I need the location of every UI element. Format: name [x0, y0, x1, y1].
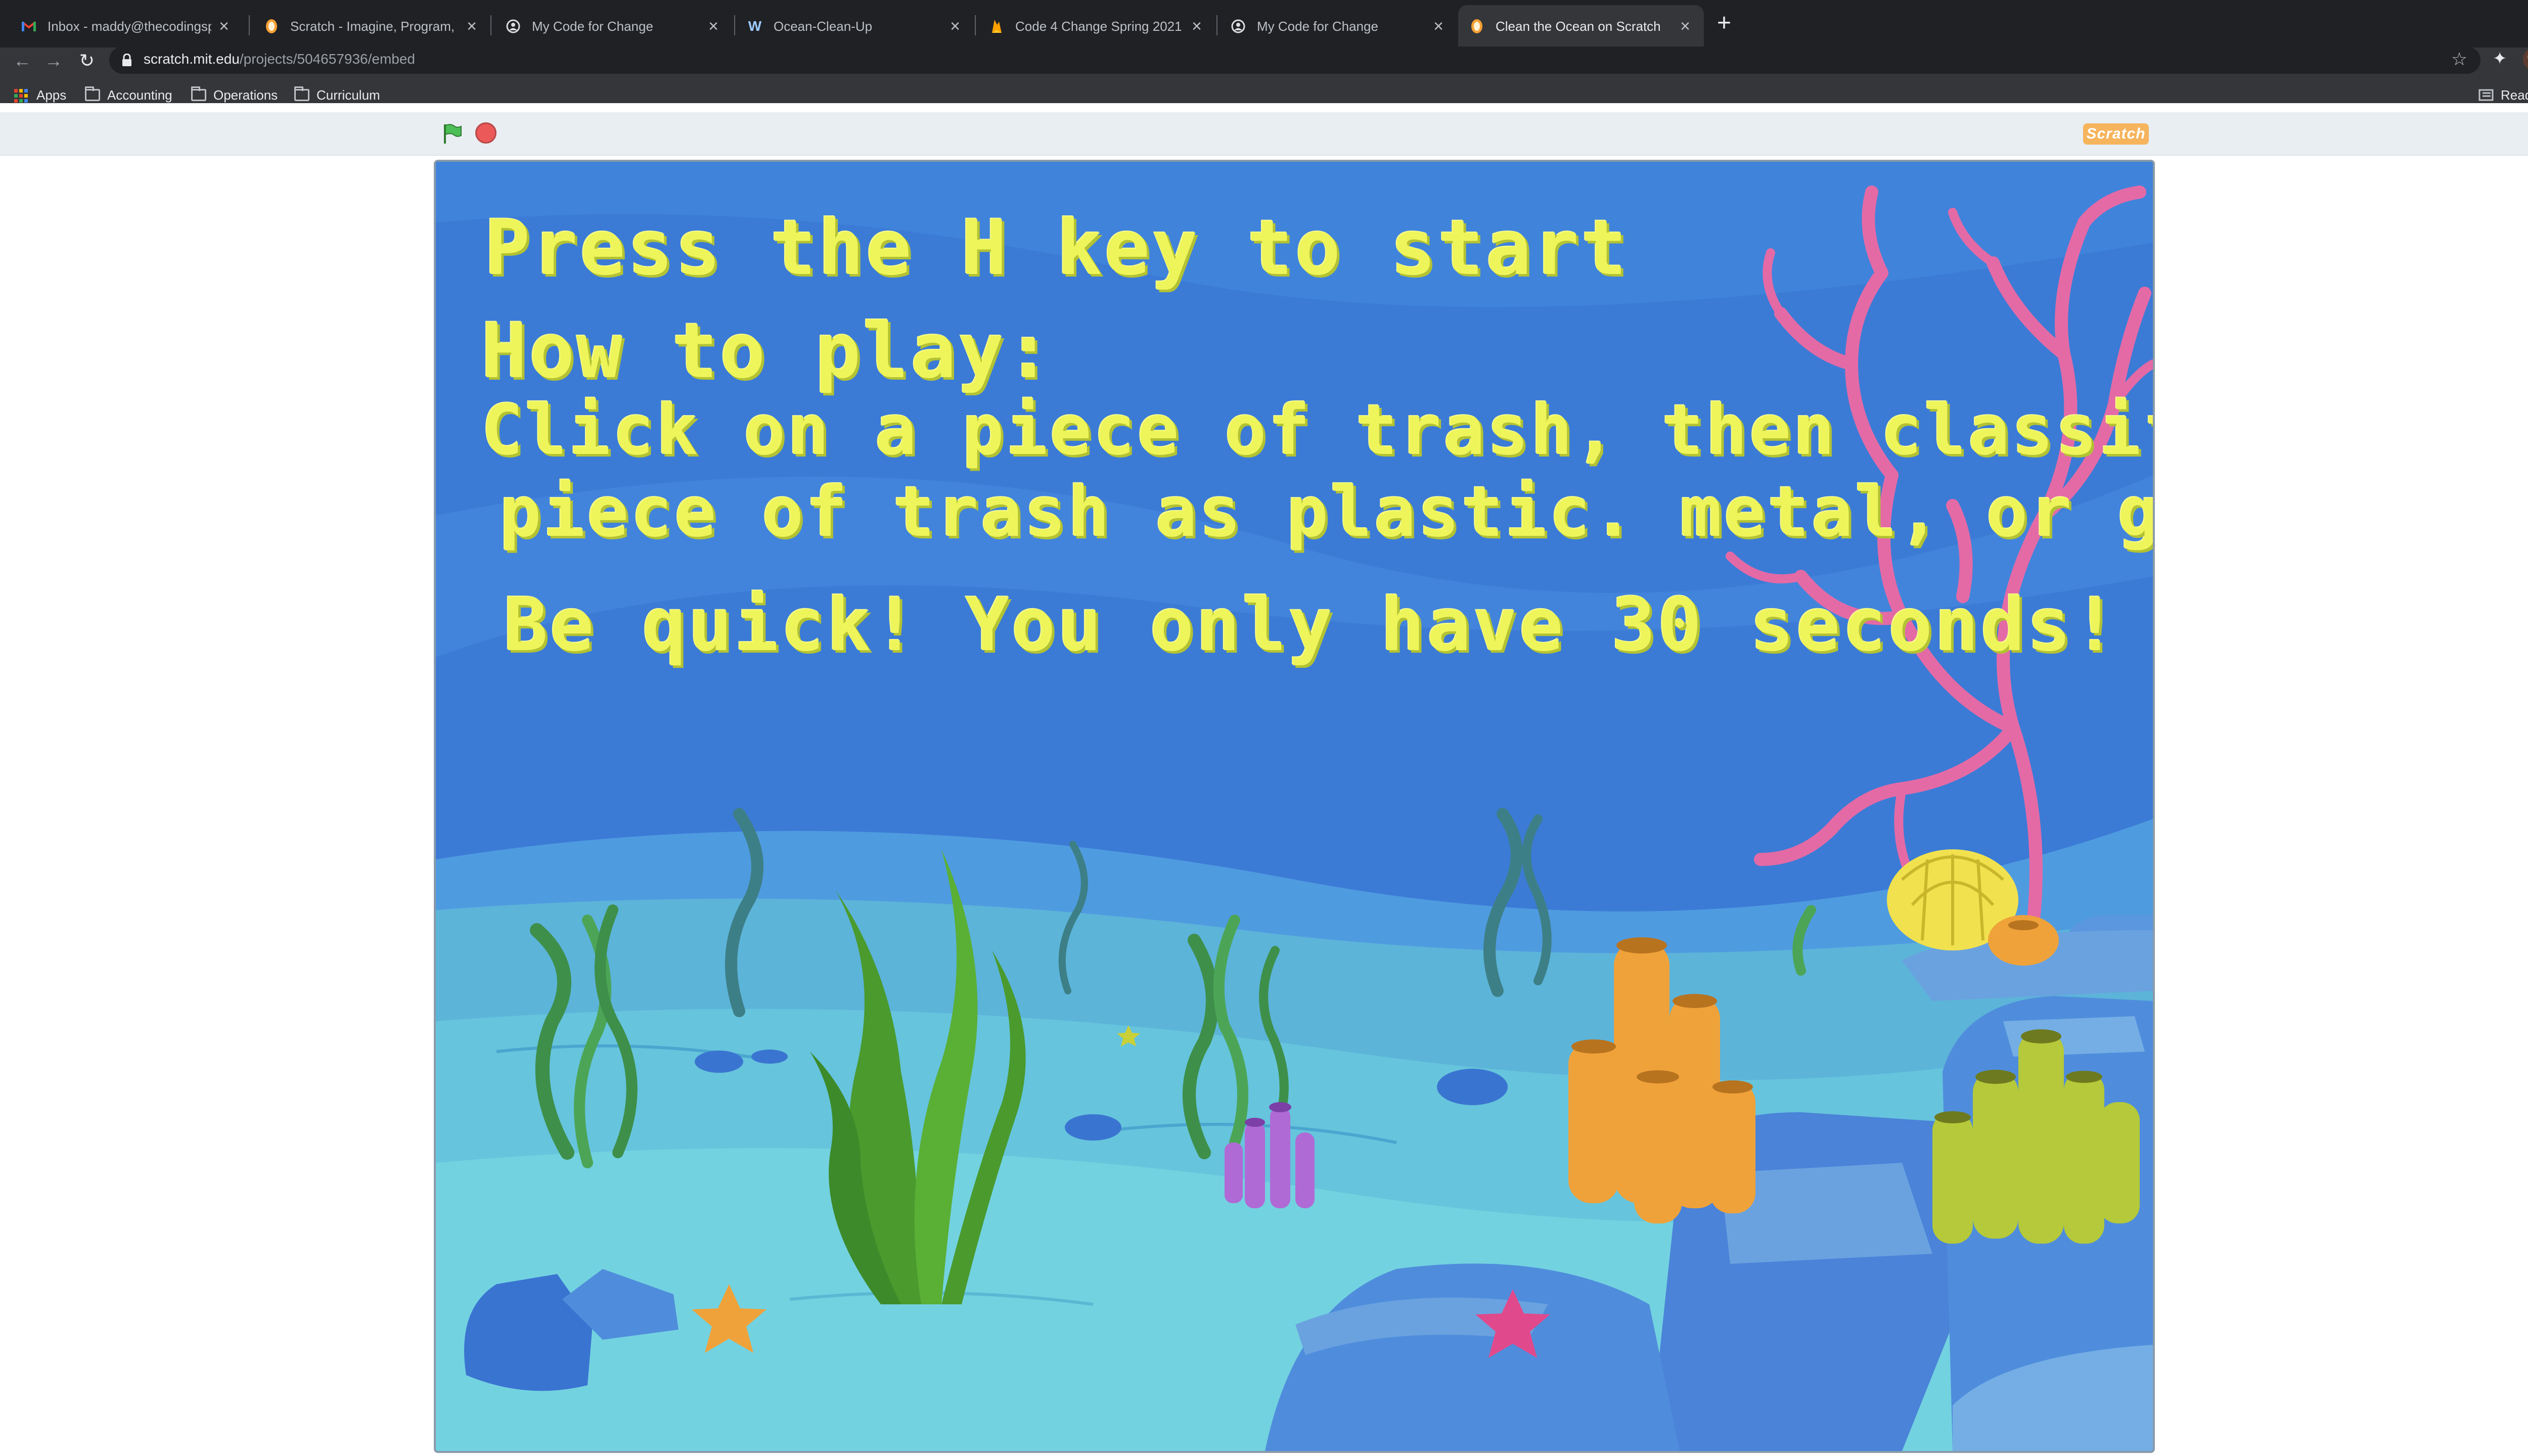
url-text[interactable]: scratch.mit.edu/projects/504657936/embed	[144, 51, 415, 67]
scratch-logo[interactable]: Scratch	[2083, 123, 2149, 145]
bookmark-star-icon[interactable]: ☆	[2451, 49, 2467, 70]
forward-arrow-icon[interactable]: →	[42, 50, 65, 72]
reading-list-label: Reading List	[2501, 87, 2528, 103]
stop-button[interactable]	[475, 122, 496, 144]
firebase-icon	[989, 19, 1004, 34]
scratch-icon	[264, 19, 279, 34]
folder-icon	[85, 86, 100, 101]
bookmark-accounting[interactable]: Accounting	[85, 86, 172, 104]
bookmark-label: Accounting	[107, 87, 172, 103]
tab-divider	[734, 15, 735, 35]
tab-title: Ocean-Clean-Up	[774, 18, 873, 34]
apps-grid-icon	[14, 89, 29, 103]
url-path: /projects/504657936/embed	[239, 51, 416, 67]
stage-text-time-limit: Be quick! You only have 30 seconds!	[504, 582, 2119, 668]
tab-title: Clean the Ocean on Scratch	[1496, 18, 1661, 34]
reading-list-button[interactable]: Reading List	[2478, 86, 2528, 104]
tab-divider	[975, 15, 976, 35]
bookmark-label: Operations	[213, 87, 278, 103]
bookmark-label: Curriculum	[317, 87, 380, 103]
close-tab-icon[interactable]: ×	[216, 17, 232, 36]
tab-title: My Code for Change	[1257, 18, 1378, 34]
tab-divider	[249, 15, 250, 35]
tab-title: Scratch - Imagine, Program, S	[290, 18, 459, 34]
tab-my-code-for-change[interactable]: My Code for Change ×	[494, 5, 732, 48]
lock-icon[interactable]	[121, 54, 132, 67]
green-flag-icon[interactable]	[441, 122, 463, 145]
close-tab-icon[interactable]: ×	[706, 17, 721, 36]
bookmark-apps[interactable]: Apps	[14, 86, 66, 104]
tab-ocean-clean-up[interactable]: W Ocean-Clean-Up ×	[736, 5, 974, 48]
tab-gmail[interactable]: Inbox - maddy@thecodingspa ×	[10, 5, 243, 48]
tab-divider	[1216, 15, 1217, 35]
tab-title: My Code for Change	[532, 18, 653, 34]
address-bar[interactable]	[109, 47, 2480, 74]
stage-text-instructions-1: Click on a piece of trash, then classify…	[481, 390, 2153, 471]
folder-icon	[191, 86, 206, 101]
bookmark-curriculum[interactable]: Curriculum	[294, 86, 380, 104]
folder-icon	[294, 86, 309, 101]
scratch-controls-bar	[0, 112, 2528, 156]
close-tab-icon[interactable]: ×	[1189, 17, 1204, 36]
scratch-stage[interactable]: Press the H key to start How to play: Cl…	[434, 160, 2155, 1453]
stage-text-how-to-play: How to play:	[481, 307, 1054, 395]
gmail-icon	[21, 19, 36, 34]
back-arrow-icon[interactable]: ←	[11, 50, 33, 72]
reload-icon[interactable]: ↻	[76, 50, 98, 72]
google-sites-icon	[1231, 19, 1246, 34]
close-tab-icon[interactable]: ×	[464, 17, 479, 36]
tab-title: Inbox - maddy@thecodingspa	[48, 18, 211, 34]
tab-title: Code 4 Change Spring 2021 -	[1015, 18, 1184, 34]
scratch-icon	[1469, 19, 1484, 34]
stage-text-start: Press the H key to start	[484, 204, 1629, 292]
google-sites-icon	[506, 19, 521, 34]
bookmark-label: Apps	[36, 87, 67, 103]
new-tab-button[interactable]: +	[1712, 11, 1736, 36]
url-host: scratch.mit.edu	[144, 51, 240, 67]
tab-code-4-change[interactable]: Code 4 Change Spring 2021 - ×	[978, 5, 1215, 48]
reading-list-icon	[2478, 89, 2494, 101]
tab-clean-the-ocean[interactable]: Clean the Ocean on Scratch ×	[1458, 5, 1704, 48]
extensions-puzzle-icon[interactable]: ✦	[2493, 49, 2507, 69]
word-icon: W	[748, 18, 762, 34]
close-tab-icon[interactable]: ×	[1431, 17, 1446, 36]
close-tab-icon[interactable]: ×	[947, 17, 963, 36]
tab-my-code-for-change-2[interactable]: My Code for Change ×	[1220, 5, 1457, 48]
close-tab-icon[interactable]: ×	[1678, 17, 1693, 36]
tab-divider	[490, 15, 491, 35]
stage-text-instructions-2: piece of trash as plastic. metal, or gla…	[500, 472, 2153, 553]
bookmark-operations[interactable]: Operations	[191, 86, 278, 104]
tab-scratch-home[interactable]: Scratch - Imagine, Program, S ×	[253, 5, 490, 48]
